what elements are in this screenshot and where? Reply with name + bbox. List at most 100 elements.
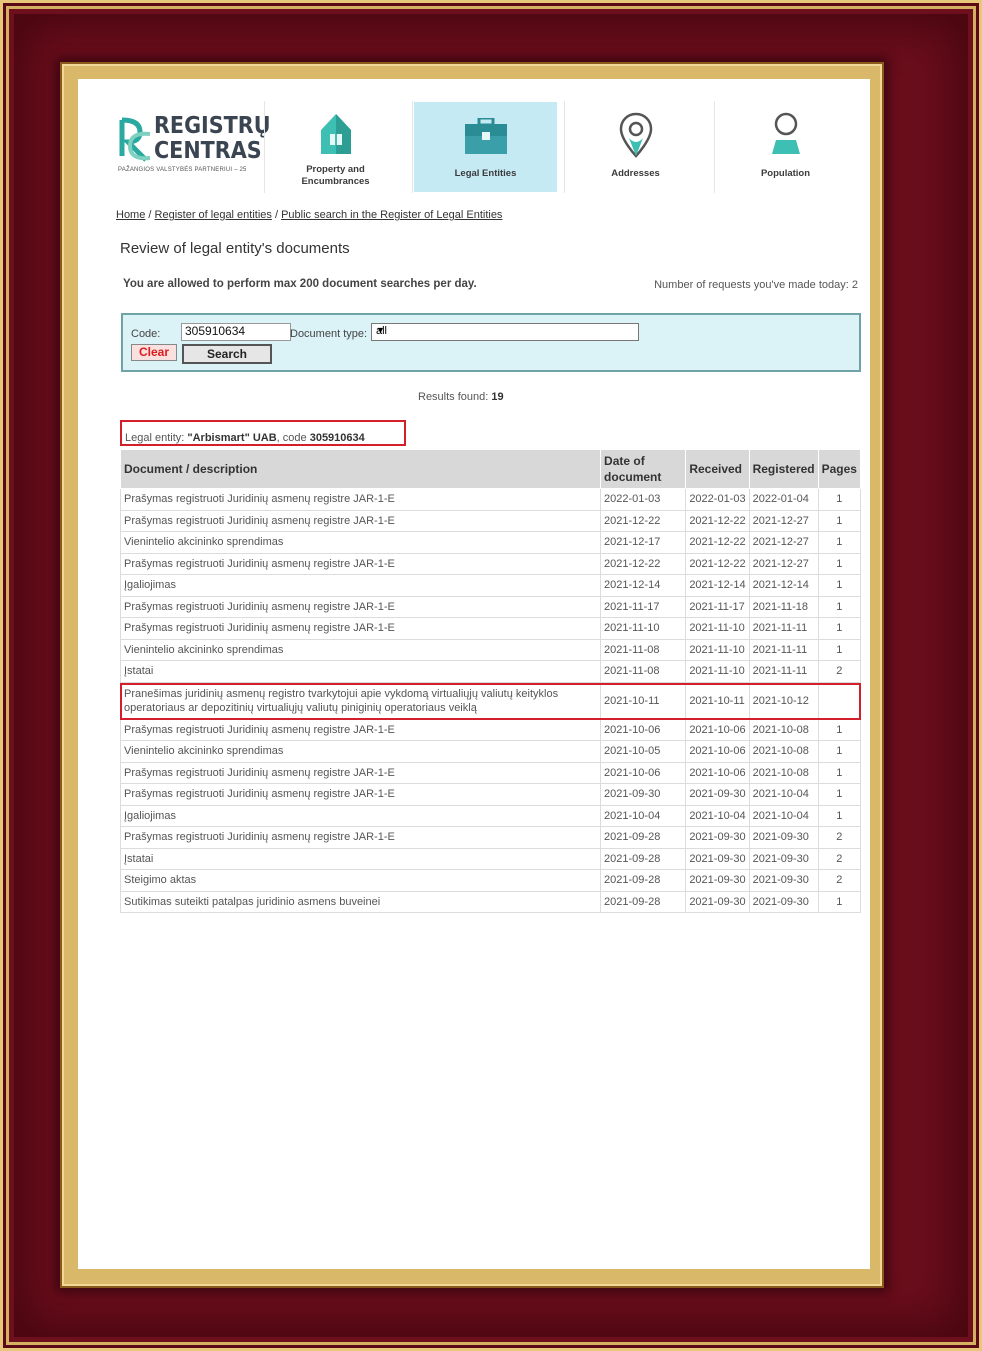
- table-row[interactable]: Įgaliojimas 2021-12-14 2021-12-14 2021-12-1…: [119, 574, 862, 597]
- breadcrumb-register-link[interactable]: Register of legal entities: [155, 209, 272, 221]
- cell-received: 2021-10-11: [685, 682, 750, 720]
- cell-pages: 1: [818, 805, 862, 827]
- nav-label-addresses: Addresses: [611, 168, 660, 179]
- clear-button[interactable]: Clear: [131, 344, 177, 361]
- cell-date: 2021-11-17: [600, 596, 687, 618]
- cell-received: 2021-10-06: [685, 719, 750, 741]
- breadcrumb-separator: /: [271, 209, 282, 221]
- cell-registered: 2021-12-27: [749, 531, 819, 554]
- results-count: 19: [491, 391, 504, 403]
- cell-pages: 2: [818, 660, 862, 683]
- logo-wordmark: REGISTRŲ CENTRAS: [154, 114, 271, 164]
- table-row[interactable]: Vienintelio akcininko sprendimas 2021-11-…: [119, 639, 862, 661]
- table-row[interactable]: Įstatai 2021-09-28 2021-09-30 2021-09-30 2: [119, 848, 862, 870]
- table-row[interactable]: Vienintelio akcininko sprendimas 2021-12-…: [119, 531, 862, 554]
- cell-received: 2021-10-06: [685, 740, 750, 763]
- column-header-document[interactable]: Document / description: [119, 449, 602, 489]
- logo-tagline: PAŽANGIOS VALSTYBĖS PARTNERIUI – 25: [118, 167, 247, 173]
- table-row[interactable]: Prašymas registruoti Juridinių asmenų re…: [119, 617, 862, 640]
- cell-registered: 2021-11-11: [749, 639, 819, 661]
- column-header-registered[interactable]: Registered: [748, 449, 819, 489]
- person-icon: [771, 112, 800, 154]
- cell-pages: 1: [818, 719, 862, 741]
- table-row[interactable]: Vienintelio akcininko sprendimas 2021-10-…: [119, 740, 862, 763]
- cell-received: 2021-12-22: [685, 531, 750, 554]
- cell-received: 2021-12-14: [685, 574, 750, 597]
- nav-tile-legal-entities[interactable]: Legal Entities: [414, 102, 557, 192]
- table-row[interactable]: Prašymas registruoti Juridinių asmenų re…: [119, 762, 862, 784]
- breadcrumb-search-link[interactable]: Public search in the Register of Legal E…: [281, 209, 502, 221]
- cell-doc[interactable]: Prašymas registruoti Juridinių asmenų re…: [119, 617, 602, 640]
- cell-pages: 1: [818, 740, 862, 763]
- cell-date: 2021-11-08: [600, 660, 687, 683]
- registru-centras-logo[interactable]: REGISTRŲ CENTRAS PAŽANGIOS VALSTYBĖS PAR…: [116, 114, 271, 180]
- cell-registered: 2021-11-11: [749, 660, 819, 683]
- cell-received: 2021-11-17: [685, 596, 750, 618]
- cell-date: 2021-11-10: [600, 617, 687, 640]
- cell-date: 2021-09-28: [600, 891, 687, 913]
- results-found: Results found: 19: [418, 391, 504, 403]
- cell-doc[interactable]: Pranešimas juridinių asmenų registro tva…: [119, 682, 602, 720]
- cell-doc[interactable]: Prašymas registruoti Juridinių asmenų re…: [119, 826, 602, 849]
- breadcrumb: Home / Register of legal entities / Publ…: [116, 209, 502, 221]
- cell-doc[interactable]: Prašymas registruoti Juridinių asmenų re…: [119, 596, 602, 618]
- cell-registered: 2021-09-30: [749, 826, 819, 849]
- nav-tile-property[interactable]: Property and Encumbrances: [264, 102, 407, 192]
- cell-date: 2021-10-11: [600, 682, 687, 720]
- cell-doc[interactable]: Vienintelio akcininko sprendimas: [119, 740, 602, 763]
- table-row[interactable]: Įstatai 2021-11-08 2021-11-10 2021-11-11 2: [119, 660, 862, 683]
- table-row[interactable]: Steigimo aktas 2021-09-28 2021-09-30 2021-0…: [119, 869, 862, 892]
- cell-registered: 2021-12-27: [749, 510, 819, 532]
- table-row[interactable]: Prašymas registruoti Juridinių asmenų re…: [119, 553, 862, 575]
- column-header-received[interactable]: Received: [685, 449, 750, 489]
- cell-doc[interactable]: Prašymas registruoti Juridinių asmenų re…: [119, 510, 602, 532]
- search-limit-notice: You are allowed to perform max 200 docum…: [123, 278, 477, 290]
- document-type-select[interactable]: all ▼: [371, 323, 639, 341]
- cell-received: 2021-09-30: [685, 869, 750, 892]
- cell-received: 2021-12-22: [685, 510, 750, 532]
- cell-doc[interactable]: Įstatai: [119, 848, 602, 870]
- cell-date: 2021-09-28: [600, 826, 687, 849]
- nav-tile-population[interactable]: Population: [714, 102, 857, 192]
- column-header-pages[interactable]: Pages: [817, 449, 862, 489]
- table-row[interactable]: Įgaliojimas 2021-10-04 2021-10-04 2021-10-0…: [119, 805, 862, 827]
- cell-doc[interactable]: Prašymas registruoti Juridinių asmenų re…: [119, 719, 602, 741]
- cell-doc[interactable]: Vienintelio akcininko sprendimas: [119, 639, 602, 661]
- table-row[interactable]: Sutikimas suteikti patalpas juridinio as…: [119, 891, 862, 913]
- cell-received: 2021-09-30: [685, 826, 750, 849]
- cell-doc[interactable]: Prašymas registruoti Juridinių asmenų re…: [119, 783, 602, 806]
- cell-doc[interactable]: Įgaliojimas: [119, 805, 602, 827]
- nav-separator: [412, 101, 413, 193]
- table-row[interactable]: Prašymas registruoti Juridinių asmenų re…: [119, 596, 862, 618]
- cell-doc[interactable]: Prašymas registruoti Juridinių asmenų re…: [119, 488, 602, 511]
- search-button[interactable]: Search: [182, 344, 272, 364]
- cell-pages: 1: [818, 574, 862, 597]
- cell-doc[interactable]: Vienintelio akcininko sprendimas: [119, 531, 602, 554]
- cell-pages: 1: [818, 510, 862, 532]
- table-row[interactable]: Prašymas registruoti Juridinių asmenų re…: [119, 719, 862, 741]
- cell-doc[interactable]: Sutikimas suteikti patalpas juridinio as…: [119, 891, 602, 913]
- cell-pages: 1: [818, 891, 862, 913]
- code-input[interactable]: 305910634: [181, 323, 291, 341]
- table-row[interactable]: Prašymas registruoti Juridinių asmenų re…: [119, 510, 862, 532]
- table-row[interactable]: Pranešimas juridinių asmenų registro tva…: [119, 682, 862, 720]
- legal-entity-name: "Arbismart" UAB: [187, 432, 277, 444]
- cell-pages: 2: [818, 869, 862, 892]
- cell-doc[interactable]: Įstatai: [119, 660, 602, 683]
- cell-pages: 1: [818, 596, 862, 618]
- breadcrumb-home-link[interactable]: Home: [116, 209, 145, 221]
- rc-logo-mark-icon: [119, 117, 151, 162]
- table-row[interactable]: Prašymas registruoti Juridinių asmenų re…: [119, 826, 862, 849]
- cell-doc[interactable]: Prašymas registruoti Juridinių asmenų re…: [119, 553, 602, 575]
- cell-received: 2021-11-10: [685, 660, 750, 683]
- column-header-date[interactable]: Date of document: [600, 449, 687, 489]
- cell-doc[interactable]: Prašymas registruoti Juridinių asmenų re…: [119, 762, 602, 784]
- cell-doc[interactable]: Įgaliojimas: [119, 574, 602, 597]
- table-row[interactable]: Prašymas registruoti Juridinių asmenų re…: [119, 783, 862, 806]
- cell-registered: 2021-10-04: [749, 783, 819, 806]
- documents-table: Document / description Date of document …: [119, 449, 862, 913]
- cell-doc[interactable]: Steigimo aktas: [119, 869, 602, 892]
- table-row[interactable]: Prašymas registruoti Juridinių asmenų re…: [119, 488, 862, 511]
- nav-tile-addresses[interactable]: Addresses: [564, 102, 707, 192]
- cell-date: 2021-10-06: [600, 719, 687, 741]
